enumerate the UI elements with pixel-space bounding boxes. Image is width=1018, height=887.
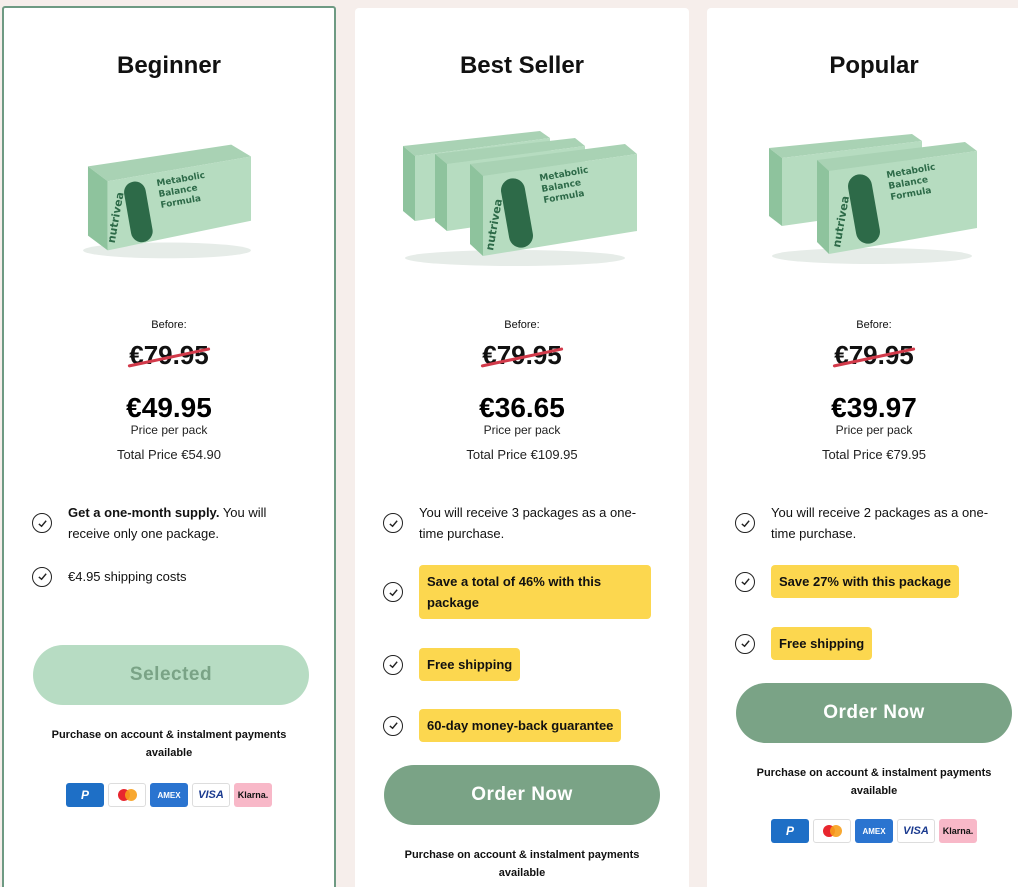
old-price: €79.95 <box>834 340 914 370</box>
feature-item: €4.95 shipping costs <box>32 566 304 587</box>
paypal-icon: P <box>771 819 809 843</box>
order-now-button[interactable]: Order Now <box>736 683 1012 743</box>
product-image-double: Metabolic Balance Formula nutrivea <box>769 134 977 264</box>
before-label: Before: <box>151 319 187 331</box>
check-icon <box>383 715 403 736</box>
payment-methods: P AMEX VISA Klarna. <box>707 819 1018 843</box>
plan-card-beginner[interactable]: Beginner Metabolic Balance Formula nutri… <box>2 6 336 887</box>
check-icon <box>735 571 755 592</box>
amex-icon: AMEX <box>150 783 188 807</box>
feature-item: 60-day money-back guarantee <box>383 709 659 742</box>
product-image-triple: Metabolic Balance Formula nutrivea <box>403 131 637 266</box>
price-per-pack-label: Price per pack <box>483 423 561 437</box>
old-price: €79.95 <box>482 340 562 370</box>
savings-badge: Save 27% with this package <box>771 565 959 598</box>
feature-item: Save 27% with this package <box>735 565 1011 598</box>
feature-item: You will receive 2 packages as a one-tim… <box>735 502 1011 544</box>
visa-icon: VISA <box>897 819 935 843</box>
check-icon <box>735 633 755 654</box>
total-price: Total Price €109.95 <box>466 447 578 462</box>
before-label: Before: <box>504 319 540 331</box>
payment-methods: P AMEX VISA Klarna. <box>4 783 334 807</box>
check-icon <box>383 582 403 602</box>
total-price: Total Price €54.90 <box>116 447 222 462</box>
price-per-pack-label: Price per pack <box>835 423 913 437</box>
shipping-badge: Free shipping <box>419 648 521 681</box>
price-per-pack-label: Price per pack <box>130 423 208 437</box>
plan-title: Best Seller <box>459 52 585 79</box>
price: €39.97 <box>831 392 917 423</box>
feature-item: Save a total of 46% with this package <box>383 565 659 619</box>
purchase-note: Purchase on account & instalment payment… <box>51 729 287 759</box>
product-image-single: Metabolic Balance Formula nutrivea <box>83 144 252 259</box>
selected-button[interactable]: Selected <box>33 645 309 705</box>
check-icon <box>32 566 52 587</box>
feature-item: Free shipping <box>735 627 1011 660</box>
plan-title: Popular <box>829 52 919 79</box>
plan-card-best-seller[interactable]: Best Seller Metabolic Balance Formula nu… <box>355 8 689 887</box>
amex-icon: AMEX <box>855 819 893 843</box>
check-icon <box>383 513 403 533</box>
paypal-icon: P <box>66 783 104 807</box>
purchase-note: Purchase on account & instalment payment… <box>756 767 992 797</box>
check-icon <box>735 513 755 533</box>
mastercard-icon <box>813 819 851 843</box>
total-price: Total Price €79.95 <box>821 447 927 462</box>
klarna-icon: Klarna. <box>939 819 977 843</box>
price: €49.95 <box>126 392 212 423</box>
order-now-button[interactable]: Order Now <box>384 765 660 825</box>
check-icon <box>32 513 52 533</box>
before-label: Before: <box>856 319 892 331</box>
feature-item: Free shipping <box>383 648 659 681</box>
feature-item: Get a one-month supply. You will receive… <box>32 502 304 544</box>
price: €36.65 <box>479 392 565 423</box>
check-icon <box>383 654 403 675</box>
mastercard-icon <box>108 783 146 807</box>
savings-badge: Save a total of 46% with this package <box>419 565 651 619</box>
visa-icon: VISA <box>192 783 230 807</box>
feature-item: You will receive 3 packages as a one-tim… <box>383 502 659 544</box>
plan-title: Beginner <box>116 52 221 79</box>
klarna-icon: Klarna. <box>234 783 272 807</box>
plan-card-popular[interactable]: Popular Metabolic Balance Formula nutriv… <box>707 8 1018 887</box>
guarantee-badge: 60-day money-back guarantee <box>419 709 622 742</box>
shipping-badge: Free shipping <box>771 627 873 660</box>
old-price: €79.95 <box>129 340 209 370</box>
purchase-note: Purchase on account & instalment payment… <box>404 849 640 879</box>
